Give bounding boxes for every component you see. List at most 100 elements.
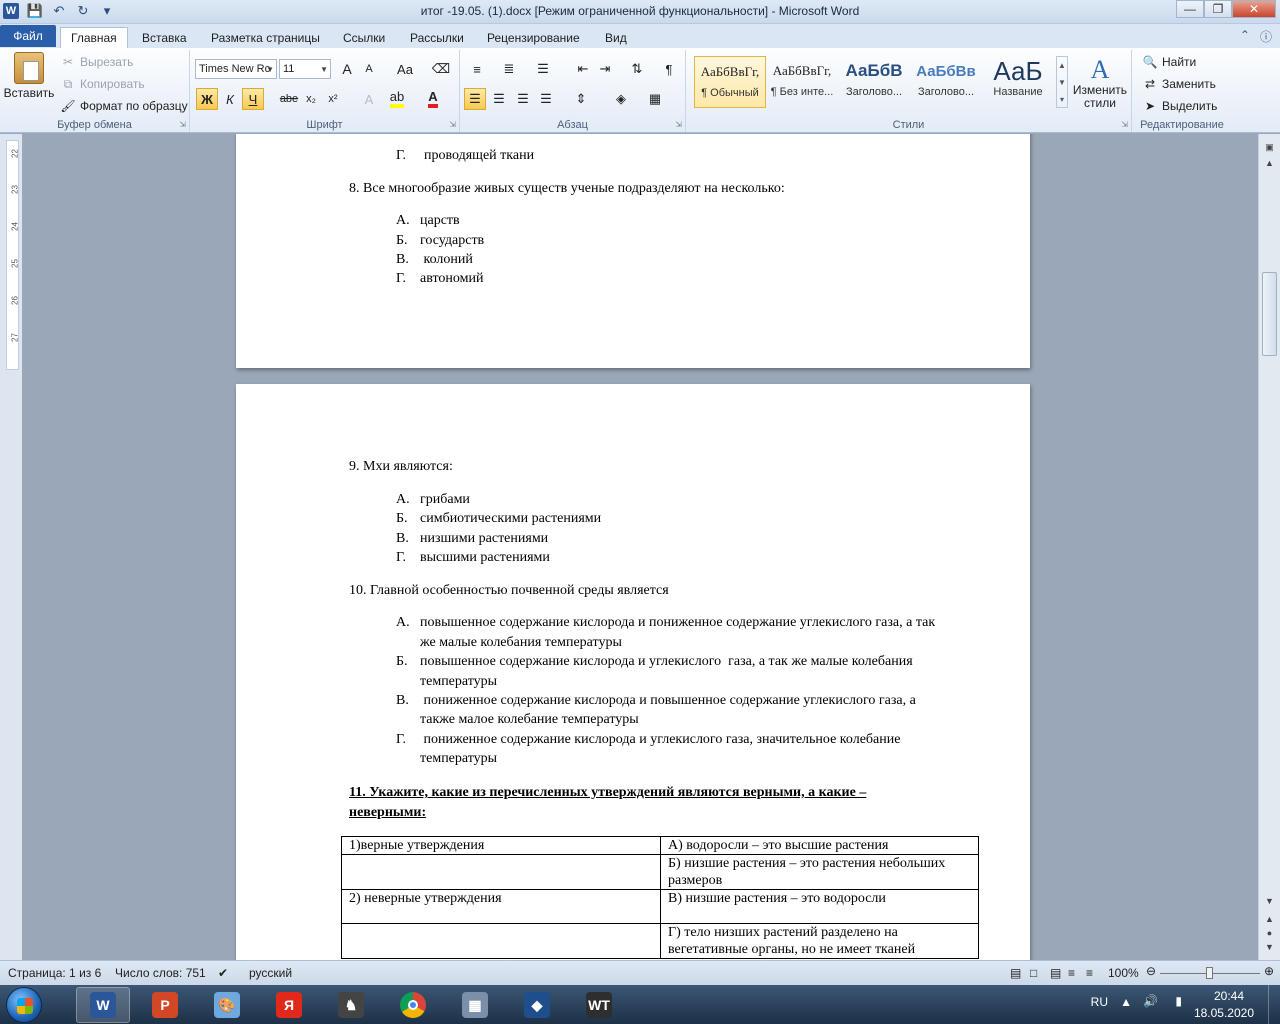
outline-icon[interactable]: ≡ bbox=[1068, 966, 1075, 980]
show-marks-button[interactable]: ¶ bbox=[658, 58, 680, 80]
scroll-up-icon[interactable]: ▲ bbox=[1259, 158, 1280, 168]
italic-button[interactable]: К bbox=[219, 88, 241, 110]
taskbar-app-game-launcher[interactable]: ◆ bbox=[510, 987, 564, 1023]
font-name-box[interactable]: Times New Rc ▼ bbox=[195, 59, 277, 79]
table-cell[interactable]: 2) неверные утверждения bbox=[341, 889, 661, 924]
word-count[interactable]: Число слов: 751 bbox=[115, 966, 206, 980]
minimize-button[interactable]: — bbox=[1176, 0, 1204, 18]
previous-page-icon[interactable]: ▲ bbox=[1259, 914, 1280, 924]
line-spacing-icon[interactable]: ⇕ bbox=[570, 88, 592, 110]
taskbar-app-chrome[interactable] bbox=[386, 987, 440, 1023]
strikethrough-button[interactable]: abe bbox=[278, 88, 300, 110]
clear-formatting-icon[interactable]: ⌫ bbox=[430, 58, 452, 80]
maximize-button[interactable]: ❐ bbox=[1204, 0, 1232, 18]
multilevel-list-icon[interactable]: ☰ bbox=[532, 58, 554, 80]
font-color-button[interactable]: A bbox=[422, 88, 444, 110]
dialog-launcher-icon[interactable]: ⇲ bbox=[1121, 120, 1128, 129]
superscript-button[interactable]: x² bbox=[322, 88, 344, 110]
grow-font-button[interactable]: A bbox=[336, 58, 358, 80]
increase-indent-icon[interactable]: ⇥ bbox=[594, 58, 616, 80]
dialog-launcher-icon[interactable]: ⇲ bbox=[179, 120, 186, 129]
show-desktop-button[interactable] bbox=[1268, 985, 1280, 1024]
table-cell[interactable] bbox=[341, 854, 661, 890]
taskbar-app-paint[interactable]: 🎨 bbox=[200, 987, 254, 1023]
format-painter-button[interactable]: 🖌 Формат по образцу bbox=[60, 98, 187, 114]
page-count[interactable]: Страница: 1 из 6 bbox=[8, 966, 101, 980]
show-hidden-icons-icon[interactable]: ▲ bbox=[1120, 995, 1132, 1009]
page[interactable]: 9. Мхи являются: А. грибами Б. симбиотич… bbox=[236, 384, 1030, 960]
numbering-icon[interactable]: ≣ bbox=[498, 58, 520, 80]
table-cell[interactable]: 1)верные утверждения bbox=[341, 836, 661, 855]
tab-file[interactable]: Файл bbox=[0, 25, 56, 47]
tab-page-layout[interactable]: Разметка страницы bbox=[201, 27, 330, 48]
start-button[interactable] bbox=[6, 987, 42, 1023]
language-bar[interactable]: RU bbox=[1091, 995, 1108, 1009]
replace-button[interactable]: ⇄ Заменить bbox=[1142, 76, 1216, 92]
vertical-scrollbar[interactable]: ▣ ▲ ▼ ▲ ● ▼ bbox=[1258, 134, 1280, 960]
bullets-icon[interactable]: ≡ bbox=[466, 58, 488, 80]
highlight-icon[interactable]: ab bbox=[386, 88, 408, 110]
table-cell[interactable] bbox=[341, 923, 661, 959]
tab-home[interactable]: Главная bbox=[60, 27, 128, 48]
style-title[interactable]: АаБ Название bbox=[982, 56, 1054, 108]
style-heading-1[interactable]: АаБбВ Заголово... bbox=[838, 56, 910, 108]
taskbar-app-word[interactable]: W bbox=[76, 987, 130, 1023]
dialog-launcher-icon[interactable]: ⇲ bbox=[449, 120, 456, 129]
decrease-indent-icon[interactable]: ⇤ bbox=[572, 58, 594, 80]
print-layout-icon[interactable]: ▤ bbox=[1010, 966, 1021, 980]
proofing-icon[interactable]: ✔ bbox=[218, 966, 228, 980]
dialog-launcher-icon[interactable]: ⇲ bbox=[675, 120, 682, 129]
taskbar-app-world-of-tanks[interactable]: WT bbox=[572, 987, 626, 1023]
underline-button[interactable]: Ч bbox=[242, 88, 264, 110]
tab-references[interactable]: Ссылки bbox=[333, 27, 395, 48]
align-right-icon[interactable]: ☰ bbox=[512, 88, 534, 110]
paste-button[interactable]: Вставить bbox=[4, 52, 54, 100]
justify-icon[interactable]: ☰ bbox=[535, 88, 557, 110]
tab-mailings[interactable]: Рассылки bbox=[400, 27, 474, 48]
scrollbar-thumb[interactable] bbox=[1262, 272, 1277, 356]
style-no-spacing[interactable]: АаБбВвГг, ¶ Без инте... bbox=[766, 56, 838, 108]
cut-button[interactable]: ✂ Вырезать bbox=[60, 54, 133, 70]
tab-view[interactable]: Вид bbox=[595, 27, 637, 48]
change-styles-button[interactable]: A Изменить стили bbox=[1072, 54, 1128, 110]
page[interactable]: Г. проводящей ткани 8. Все многообразие … bbox=[236, 134, 1030, 368]
clock-time[interactable]: 20:44 bbox=[1214, 989, 1244, 1003]
document-area[interactable]: Г. проводящей ткани 8. Все многообразие … bbox=[22, 134, 1258, 960]
zoom-out-icon[interactable]: ⊖ bbox=[1146, 964, 1156, 978]
borders-icon[interactable]: ▦ bbox=[644, 88, 666, 110]
taskbar-app-powerpoint[interactable]: P bbox=[138, 987, 192, 1023]
draft-icon[interactable]: ≡ bbox=[1086, 966, 1093, 980]
style-heading-2[interactable]: АаБбВв Заголово... bbox=[910, 56, 982, 108]
align-left-icon[interactable]: ☰ bbox=[464, 88, 486, 110]
copy-button[interactable]: ⧉ Копировать bbox=[60, 76, 145, 92]
subscript-button[interactable]: x₂ bbox=[300, 88, 322, 110]
table-cell[interactable]: А) водоросли – это высшие растения bbox=[660, 836, 979, 855]
text-effects-icon[interactable]: A bbox=[358, 88, 380, 110]
bold-button[interactable]: Ж bbox=[196, 88, 218, 110]
tab-insert[interactable]: Вставка bbox=[132, 27, 197, 48]
table-cell[interactable]: Г) тело низших растений разделено на вег… bbox=[660, 923, 979, 959]
style-normal[interactable]: АаБбВвГг, ¶ Обычный bbox=[694, 56, 766, 108]
taskbar-app-yandex[interactable]: Я bbox=[262, 987, 316, 1023]
table-cell[interactable]: Б) низшие растения – это растения неболь… bbox=[660, 854, 979, 890]
web-layout-icon[interactable]: ▤ bbox=[1050, 966, 1061, 980]
shading-icon[interactable]: ◈ bbox=[610, 88, 632, 110]
zoom-in-icon[interactable]: ⊕ bbox=[1264, 964, 1274, 978]
browse-object-icon[interactable]: ● bbox=[1259, 928, 1280, 938]
align-center-icon[interactable]: ☰ bbox=[488, 88, 510, 110]
close-button[interactable]: ✕ bbox=[1232, 0, 1276, 18]
full-screen-reading-icon[interactable]: □ bbox=[1030, 966, 1037, 980]
zoom-level[interactable]: 100% bbox=[1108, 966, 1139, 980]
language-indicator[interactable]: русский bbox=[249, 966, 292, 980]
help-icon[interactable]: ⓘ bbox=[1260, 28, 1272, 45]
ruler-toggle-icon[interactable]: ▣ bbox=[1259, 142, 1280, 153]
tab-review[interactable]: Рецензирование bbox=[477, 27, 590, 48]
network-icon[interactable]: ▮ bbox=[1175, 994, 1182, 1008]
minimize-ribbon-icon[interactable]: ⌃ bbox=[1240, 28, 1250, 45]
styles-scroll[interactable]: ▲ ▼ ▾ bbox=[1056, 56, 1068, 108]
change-case-button[interactable]: Aa bbox=[390, 58, 420, 80]
taskbar-app-chess[interactable]: ♞ bbox=[324, 987, 378, 1023]
scroll-down-icon[interactable]: ▼ bbox=[1259, 896, 1280, 906]
zoom-slider-knob[interactable] bbox=[1206, 967, 1213, 979]
font-size-box[interactable]: 11 ▼ bbox=[279, 59, 331, 79]
